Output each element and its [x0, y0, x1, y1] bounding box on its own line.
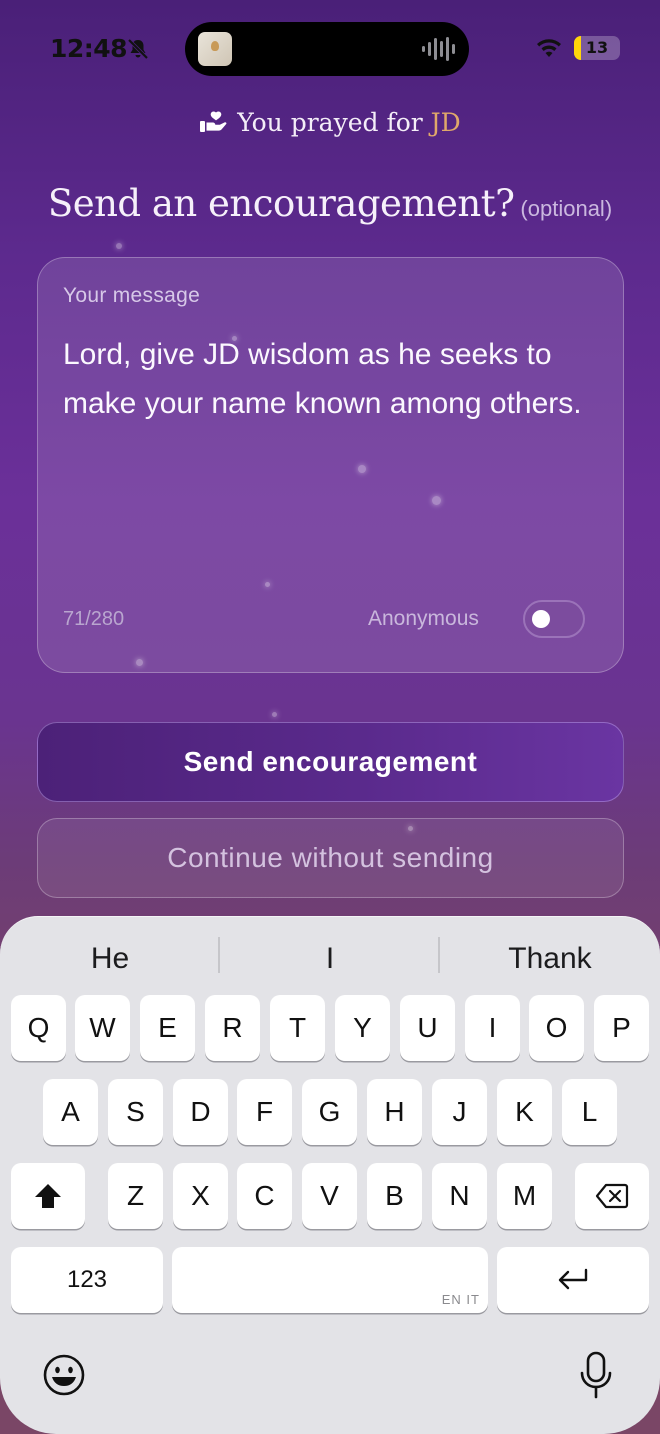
status-bar: 12:48 13 — [0, 0, 660, 96]
suggestion-3[interactable]: Thank — [440, 937, 660, 981]
key-f[interactable]: F — [237, 1079, 292, 1145]
key-d[interactable]: D — [173, 1079, 228, 1145]
wifi-icon — [537, 39, 561, 57]
key-s[interactable]: S — [108, 1079, 163, 1145]
title-text: Send an encouragement? — [47, 182, 515, 225]
return-icon — [558, 1268, 588, 1290]
key-v[interactable]: V — [302, 1163, 357, 1229]
optional-label: (optional) — [520, 196, 613, 221]
key-b[interactable]: B — [367, 1163, 422, 1229]
key-c[interactable]: C — [237, 1163, 292, 1229]
numbers-key[interactable]: 123 — [11, 1247, 163, 1313]
key-q[interactable]: Q — [11, 995, 66, 1061]
key-i[interactable]: I — [465, 995, 520, 1061]
key-r[interactable]: R — [205, 995, 260, 1061]
key-y[interactable]: Y — [335, 995, 390, 1061]
shift-icon — [35, 1184, 61, 1208]
backspace-icon — [595, 1183, 629, 1209]
key-m[interactable]: M — [497, 1163, 552, 1229]
anonymous-toggle[interactable] — [523, 600, 585, 638]
status-time: 12:48 — [50, 34, 128, 63]
key-t[interactable]: T — [270, 995, 325, 1061]
suggestion-1[interactable]: He — [0, 937, 220, 981]
key-o[interactable]: O — [529, 995, 584, 1061]
key-z[interactable]: Z — [108, 1163, 163, 1229]
send-encouragement-button[interactable]: Send encouragement — [37, 722, 624, 802]
return-key[interactable] — [497, 1247, 649, 1313]
praying-hand-heart-icon — [200, 111, 227, 132]
message-card[interactable]: Your message Lord, give JD wisdom as he … — [37, 257, 624, 673]
key-p[interactable]: P — [594, 995, 649, 1061]
backspace-key[interactable] — [575, 1163, 649, 1229]
prayed-for-name: JD — [430, 108, 461, 137]
message-label: Your message — [63, 284, 201, 307]
silent-bell-icon — [127, 38, 149, 60]
prayed-for-line: You prayed for JD — [0, 108, 660, 137]
message-textarea[interactable]: Lord, give JD wisdom as he seeks to make… — [63, 330, 608, 428]
space-key[interactable]: EN IT — [172, 1247, 488, 1313]
battery-percent: 13 — [585, 38, 609, 57]
microphone-icon[interactable] — [578, 1351, 614, 1401]
dynamic-island[interactable] — [185, 22, 469, 76]
suggestion-2[interactable]: I — [220, 937, 440, 981]
key-n[interactable]: N — [432, 1163, 487, 1229]
continue-without-sending-button[interactable]: Continue without sending — [37, 818, 624, 898]
toggle-knob — [532, 610, 550, 628]
ambient-dot — [116, 243, 122, 249]
key-g[interactable]: G — [302, 1079, 357, 1145]
key-j[interactable]: J — [432, 1079, 487, 1145]
prayed-for-text: You prayed for — [237, 108, 431, 137]
encouragement-title: Send an encouragement? (optional) — [0, 182, 660, 225]
key-w[interactable]: W — [75, 995, 130, 1061]
key-h[interactable]: H — [367, 1079, 422, 1145]
key-l[interactable]: L — [562, 1079, 617, 1145]
character-counter: 71/280 — [63, 608, 125, 630]
key-x[interactable]: X — [173, 1163, 228, 1229]
key-e[interactable]: E — [140, 995, 195, 1061]
keyboard: He I Thank Q W E R T Y U I O P A S D F G… — [0, 916, 660, 1434]
audio-waveform-icon — [422, 37, 455, 61]
ambient-dot — [272, 712, 277, 717]
space-language-label: EN IT — [441, 1292, 480, 1307]
key-a[interactable]: A — [43, 1079, 98, 1145]
key-u[interactable]: U — [400, 995, 455, 1061]
battery-indicator: 13 — [574, 36, 620, 60]
now-playing-artwork — [198, 32, 232, 66]
emoji-icon[interactable] — [42, 1353, 86, 1397]
anonymous-label: Anonymous — [368, 607, 479, 630]
shift-key[interactable] — [11, 1163, 85, 1229]
key-k[interactable]: K — [497, 1079, 552, 1145]
